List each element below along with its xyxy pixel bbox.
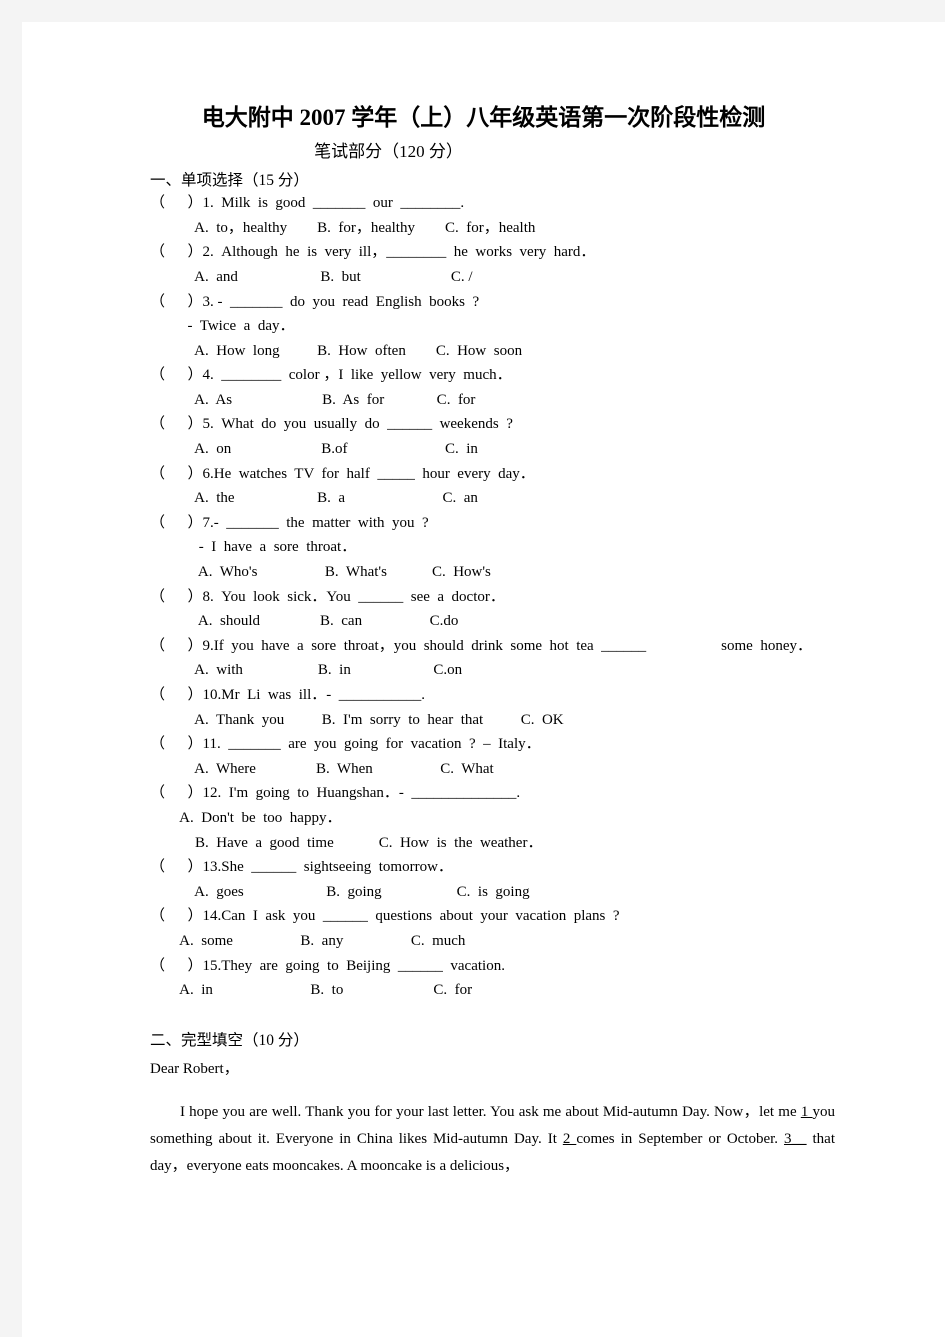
paper-subtitle: 笔试部分（120 分） (314, 141, 463, 161)
question-stem-13: （ ）13.She ______ sightseeing tomorrow． (150, 859, 453, 876)
cloze-gap-1: 1 (800, 1104, 813, 1121)
question-options-10: A. Thank you B. I'm sorry to hear that C… (150, 711, 564, 728)
question-stem-11: （ ）11. _______ are you going for vacatio… (150, 736, 541, 753)
cloze-gap-2: 2 (562, 1131, 577, 1148)
question-stem-12: （ ）12. I'm going to Huangshan．- ________… (150, 785, 521, 802)
cloze-text-part-1: I hope you are well. Thank you for your … (180, 1104, 801, 1121)
exam-paper-body: 电大附中 2007 学年（上）八年级英语第一次阶段性检测 笔试部分（120 分）… (22, 22, 945, 1180)
question-options-6: A. the B. a C. an (150, 490, 478, 507)
cloze-gap-3: 3 (784, 1131, 792, 1148)
cloze-passage: I hope you are well. Thank you for your … (22, 1081, 945, 1180)
question-options-11: A. Where B. When C. What (150, 760, 494, 777)
question-stem-10: （ ）10.Mr Li was ill．- ___________. (150, 687, 425, 703)
question-options-12-a: A. Don't be too happy． (150, 809, 342, 826)
question-continuation-7: - I have a sore throat． (150, 539, 357, 556)
cloze-gap-3-rule: __ (791, 1131, 807, 1148)
cloze-text-part-3: comes in September or October. (576, 1131, 785, 1148)
question-stem-8: （ ）8. You look sick．You ______ see a doc… (150, 588, 505, 605)
question-stem-2: （ ）2. Although he is very ill，________ h… (150, 244, 596, 261)
question-continuation-3: - Twice a day． (150, 318, 295, 335)
question-options-2: A. and B. but C. / (150, 268, 473, 285)
question-options-3: A. How long B. How often C. How soon (150, 342, 523, 359)
question-stem-7: （ ）7.- _______ the matter with you ? (150, 514, 429, 531)
question-options-7: A. Who's B. What's C. How's (150, 564, 491, 581)
question-options-9: A. with B. in C.on (150, 662, 463, 679)
question-options-8: A. should B. can C.do (150, 613, 459, 630)
multiple-choice-question-list: （ ）1. Milk is good _______ our ________.… (22, 191, 945, 1003)
question-stem-15: （ ）15.They are going to Beijing ______ v… (150, 957, 505, 974)
question-options-5: A. on B.of C. in (150, 441, 478, 458)
question-stem-6: （ ）6.He watches TV for half _____ hour e… (150, 465, 535, 482)
question-options-15: A. in B. to C. for (150, 982, 473, 999)
cloze-salutation: Dear Robert， (150, 1060, 239, 1077)
question-stem-3: （ ）3. - _______ do you read English book… (150, 293, 480, 310)
question-options-4: A. As B. As for C. for (150, 391, 476, 408)
question-options-1: A. to，healthy B. for，healthy C. for，heal… (150, 219, 536, 236)
question-stem-14: （ ）14.Can I ask you ______ questions abo… (150, 908, 620, 925)
question-stem-9: （ ）9.If you have a sore throat，you shoul… (150, 637, 812, 654)
section-heading-multiple-choice: 一、单项选择（15 分） (150, 171, 309, 189)
question-options-13: A. goes B. going C. is going (150, 883, 530, 900)
question-stem-1: （ ）1. Milk is good _______ our ________. (150, 195, 465, 212)
question-options-14: A. some B. any C. much (150, 932, 466, 949)
document-page: 电大附中 2007 学年（上）八年级英语第一次阶段性检测 笔试部分（120 分）… (22, 22, 945, 1337)
page-title: 电大附中 2007 学年（上）八年级英语第一次阶段性检测 (201, 105, 766, 130)
section-heading-cloze: 二、完型填空（10 分） (150, 1031, 309, 1049)
question-stem-4: （ ）4. ________ color ，I like yellow very… (150, 367, 512, 384)
question-stem-5: （ ）5. What do you usually do ______ week… (150, 416, 513, 433)
question-options-12-bc: B. Have a good time C. How is the weathe… (150, 834, 543, 851)
